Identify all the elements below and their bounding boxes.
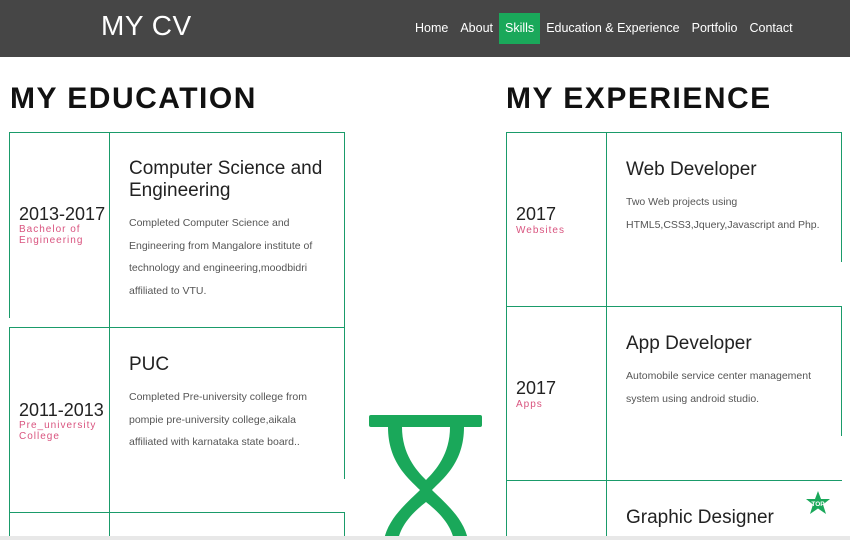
education-course-title: PUC [129, 354, 170, 375]
nav-portfolio[interactable]: Portfolio [686, 13, 744, 44]
header-bar: MY CV Home About Skills Education & Expe… [0, 0, 850, 57]
experience-category: Apps [516, 399, 543, 410]
education-card: 2013-2017 Bachelor of Engineering Comput… [9, 132, 345, 328]
experience-year: 2017 [516, 378, 557, 398]
education-degree: Pre_university College [19, 420, 97, 442]
education-card: 2011-2013 Pre_university College PUC Com… [9, 327, 345, 513]
education-description: Completed Computer Science and Engineeri… [129, 217, 313, 297]
nav-home[interactable]: Home [409, 13, 454, 44]
main-nav: Home About Skills Education & Experience… [409, 13, 799, 44]
nav-education-experience[interactable]: Education & Experience [540, 13, 685, 44]
experience-title: MY EXPERIENCE [506, 82, 772, 115]
nav-about[interactable]: About [454, 13, 499, 44]
experience-card: 2017 Websites Web Developer Two Web proj… [506, 132, 842, 307]
page-bottom-edge [0, 536, 850, 540]
experience-category: Websites [516, 225, 565, 236]
experience-card: 2017 Apps App Developer Automobile servi… [506, 306, 842, 481]
experience-card: Graphic Designer [506, 480, 842, 540]
experience-role-title: Graphic Designer [626, 507, 774, 528]
education-degree: Bachelor of Engineering [19, 224, 84, 246]
experience-role-title: App Developer [626, 333, 752, 354]
experience-role-title: Web Developer [626, 159, 757, 180]
education-course-title: Computer Science and Engineering [129, 158, 323, 201]
site-brand[interactable]: MY CV [101, 10, 192, 42]
experience-description: Automobile service center management sys… [626, 370, 812, 405]
education-description: Completed Pre-university college from po… [129, 391, 307, 448]
experience-year: 2017 [516, 204, 557, 224]
education-years: 2011-2013 [19, 400, 104, 420]
top-button[interactable]: TOP [806, 491, 830, 515]
top-label: TOP [811, 501, 825, 508]
nav-skills[interactable]: Skills [499, 13, 541, 44]
education-title: MY EDUCATION [10, 82, 257, 115]
nav-contact[interactable]: Contact [743, 13, 798, 44]
education-years: 2013-2017 [19, 204, 106, 224]
hourglass-icon [369, 415, 482, 540]
experience-description: Two Web projects using HTML5,CSS3,Jquery… [626, 196, 820, 231]
